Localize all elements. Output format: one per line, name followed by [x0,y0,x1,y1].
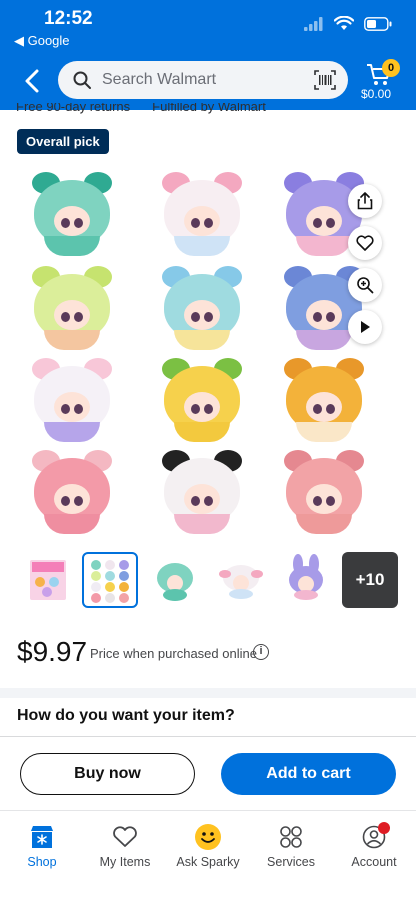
heart-icon [113,826,137,847]
plush-chick [156,352,248,444]
fulfilled-by-text: Fulfilled by Walmart [152,103,266,114]
status-time: 12:52 [44,8,93,29]
notification-dot [378,822,390,834]
returns-strip: Free 90-day returns Fulfilled by Walmart [16,103,266,115]
store-icon [31,826,53,848]
search-icon [73,71,91,89]
plush-pink-leopard [278,444,370,536]
bottom-tab-bar: Shop My Items Ask Sparky Services Accoun… [0,810,416,900]
tab-account-label: Account [351,855,397,869]
add-to-cart-button[interactable]: Add to cart [221,753,396,795]
tab-shop[interactable]: Shop [0,823,84,869]
buy-now-button[interactable]: Buy now [20,753,195,795]
chevron-left-icon [25,69,39,93]
thumbnail-bunny-plush[interactable] [278,552,334,608]
status-bar: 12:52 ◀ Google [0,0,416,54]
wifi-icon [334,16,354,30]
plush-green-dino [26,166,118,258]
plush-pink-bear [26,444,118,536]
cart-count-badge: 0 [382,59,400,77]
more-images-button[interactable]: +10 [342,552,398,608]
tab-services[interactable]: Services [249,823,333,869]
thumbnail-collection[interactable] [82,552,138,608]
cart-total: $0.00 [361,87,392,101]
product-price: $9.97 [17,636,88,667]
share-button[interactable] [348,184,382,218]
tab-my-items[interactable]: My Items [83,823,167,869]
plush-blue-frog [156,260,248,352]
services-grid-icon [280,826,302,848]
sparky-smiley-icon [195,824,221,850]
tab-shop-label: Shop [27,855,57,869]
play-icon [361,321,370,333]
overall-pick-badge: Overall pick [17,129,109,154]
price-note: Price when purchased online [90,646,257,661]
price-info-icon[interactable]: i [253,644,269,660]
plush-white-bunny [26,352,118,444]
favorite-button[interactable] [348,226,382,260]
tab-ask-sparky-label: Ask Sparky [176,855,240,869]
section-divider [0,688,416,698]
plush-yellow-bear [26,260,118,352]
tab-my-items-label: My Items [99,855,151,869]
tab-services-label: Services [267,855,315,869]
back-to-app-link[interactable]: ◀ Google [14,33,70,49]
zoom-button[interactable] [348,268,382,302]
free-returns-text: Free 90-day returns [16,103,131,114]
battery-icon [364,16,392,31]
thumbnail-green-plush[interactable] [147,552,203,608]
cart-button[interactable]: 0 $0.00 [358,59,402,103]
purchase-actions-bar: Buy now Add to cart [0,736,416,810]
play-video-button[interactable] [348,310,382,344]
share-icon [357,192,373,210]
search-placeholder: Search Walmart [102,71,217,88]
search-input[interactable]: Search Walmart [58,61,348,99]
product-image[interactable] [26,166,390,540]
thumbnail-strip: +10 [20,552,400,608]
zoom-in-icon [357,277,374,294]
fulfillment-title: How do you want your item? [17,707,235,724]
tab-ask-sparky[interactable]: Ask Sparky [166,823,250,869]
signal-icon [304,16,323,31]
plush-tiger [278,352,370,444]
back-button[interactable] [18,66,48,96]
plush-panda [156,444,248,536]
tab-account[interactable]: Account [332,822,416,869]
thumbnail-cow-plush[interactable] [213,552,269,608]
barcode-scanner-icon[interactable] [314,70,336,90]
plush-cow [156,166,248,258]
thumbnail-box-art[interactable] [20,552,76,608]
top-header: Search Walmart 0 $0.00 [0,54,416,110]
status-icons [304,16,392,31]
heart-icon [356,235,374,251]
